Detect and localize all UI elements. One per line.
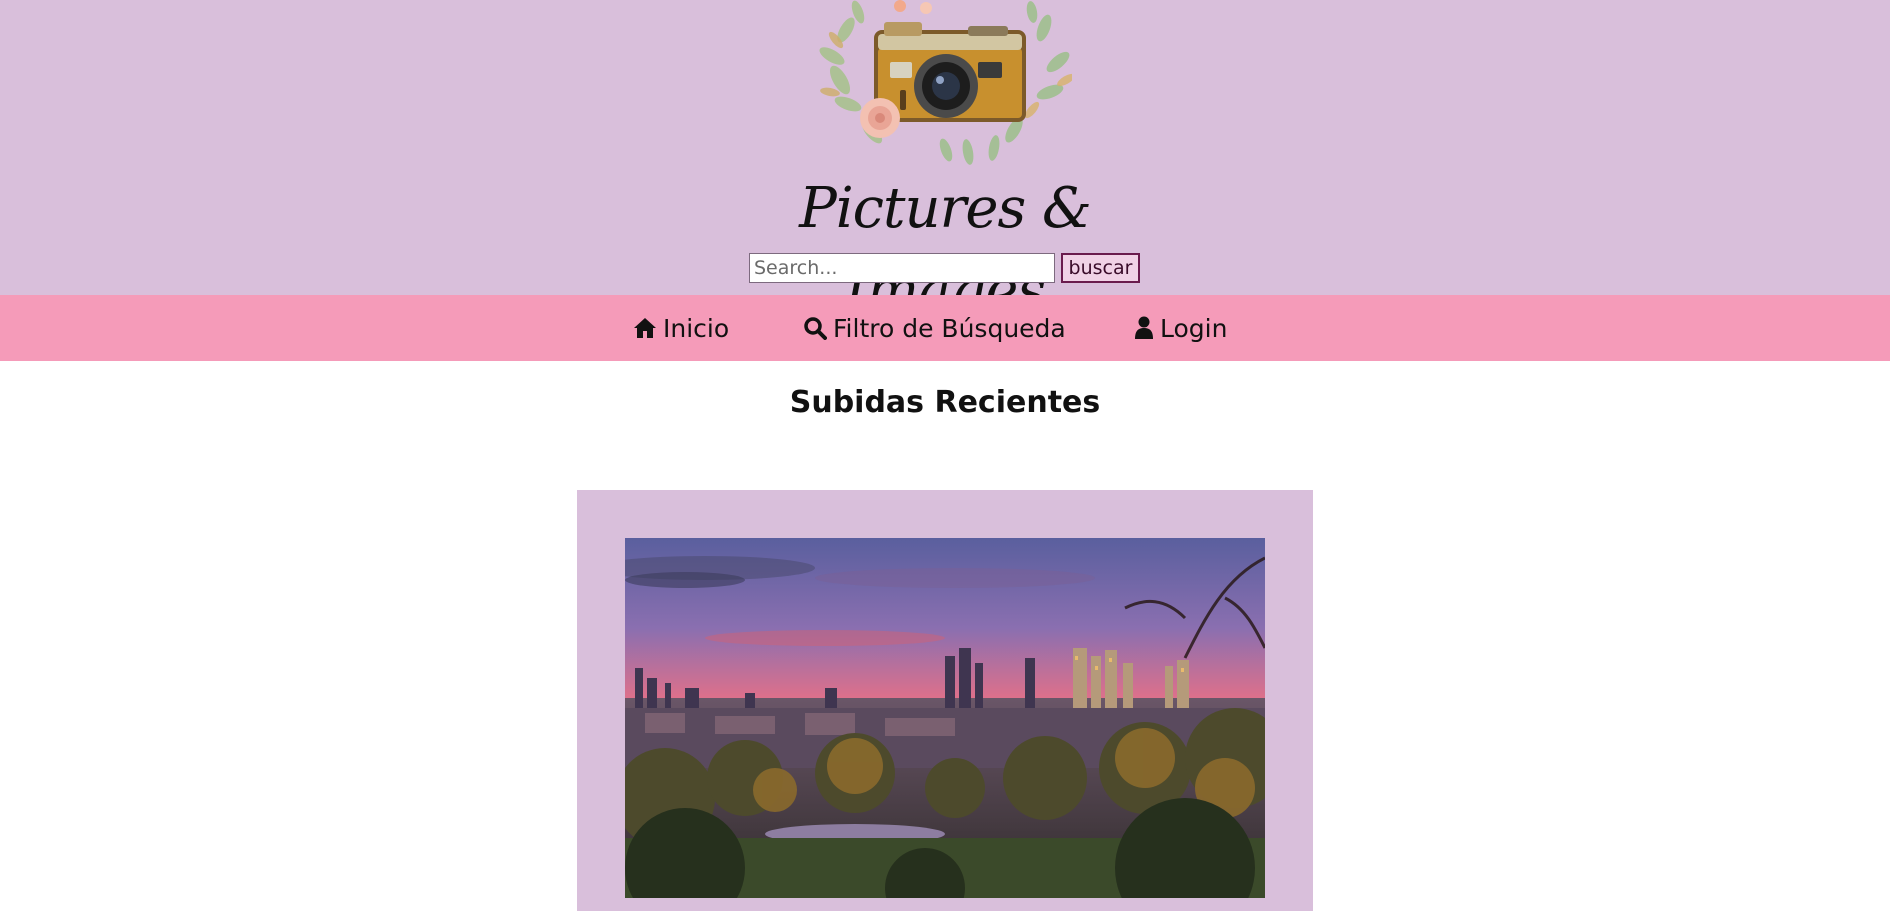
camera-wreath-logo bbox=[819, 0, 1072, 165]
section-title: Subidas Recientes bbox=[789, 385, 1101, 420]
nav-item-inicio[interactable]: Inicio bbox=[633, 295, 729, 361]
home-icon bbox=[634, 318, 656, 338]
main-nav: Inicio Filtro de Búsqueda Login bbox=[0, 295, 1890, 361]
nav-item-label: Login bbox=[1160, 313, 1228, 343]
site-header: Pictures & Images buscar bbox=[0, 0, 1890, 323]
nav-item-label: Filtro de Búsqueda bbox=[833, 313, 1066, 343]
page: Pictures & Images buscar Inicio Filtro d… bbox=[0, 0, 1890, 911]
search-icon bbox=[804, 317, 827, 340]
city-skyline-sunset-photo[interactable] bbox=[625, 538, 1265, 898]
search-button[interactable]: buscar bbox=[1061, 253, 1140, 283]
site-title: Pictures & Images bbox=[799, 176, 1092, 323]
user-icon bbox=[1135, 316, 1153, 339]
nav-item-filtro-busqueda[interactable]: Filtro de Búsqueda bbox=[803, 295, 1066, 361]
recent-upload-card[interactable] bbox=[577, 490, 1313, 911]
nav-item-login[interactable]: Login bbox=[1134, 295, 1227, 361]
search-input[interactable] bbox=[749, 253, 1055, 283]
nav-item-label: Inicio bbox=[663, 313, 730, 343]
